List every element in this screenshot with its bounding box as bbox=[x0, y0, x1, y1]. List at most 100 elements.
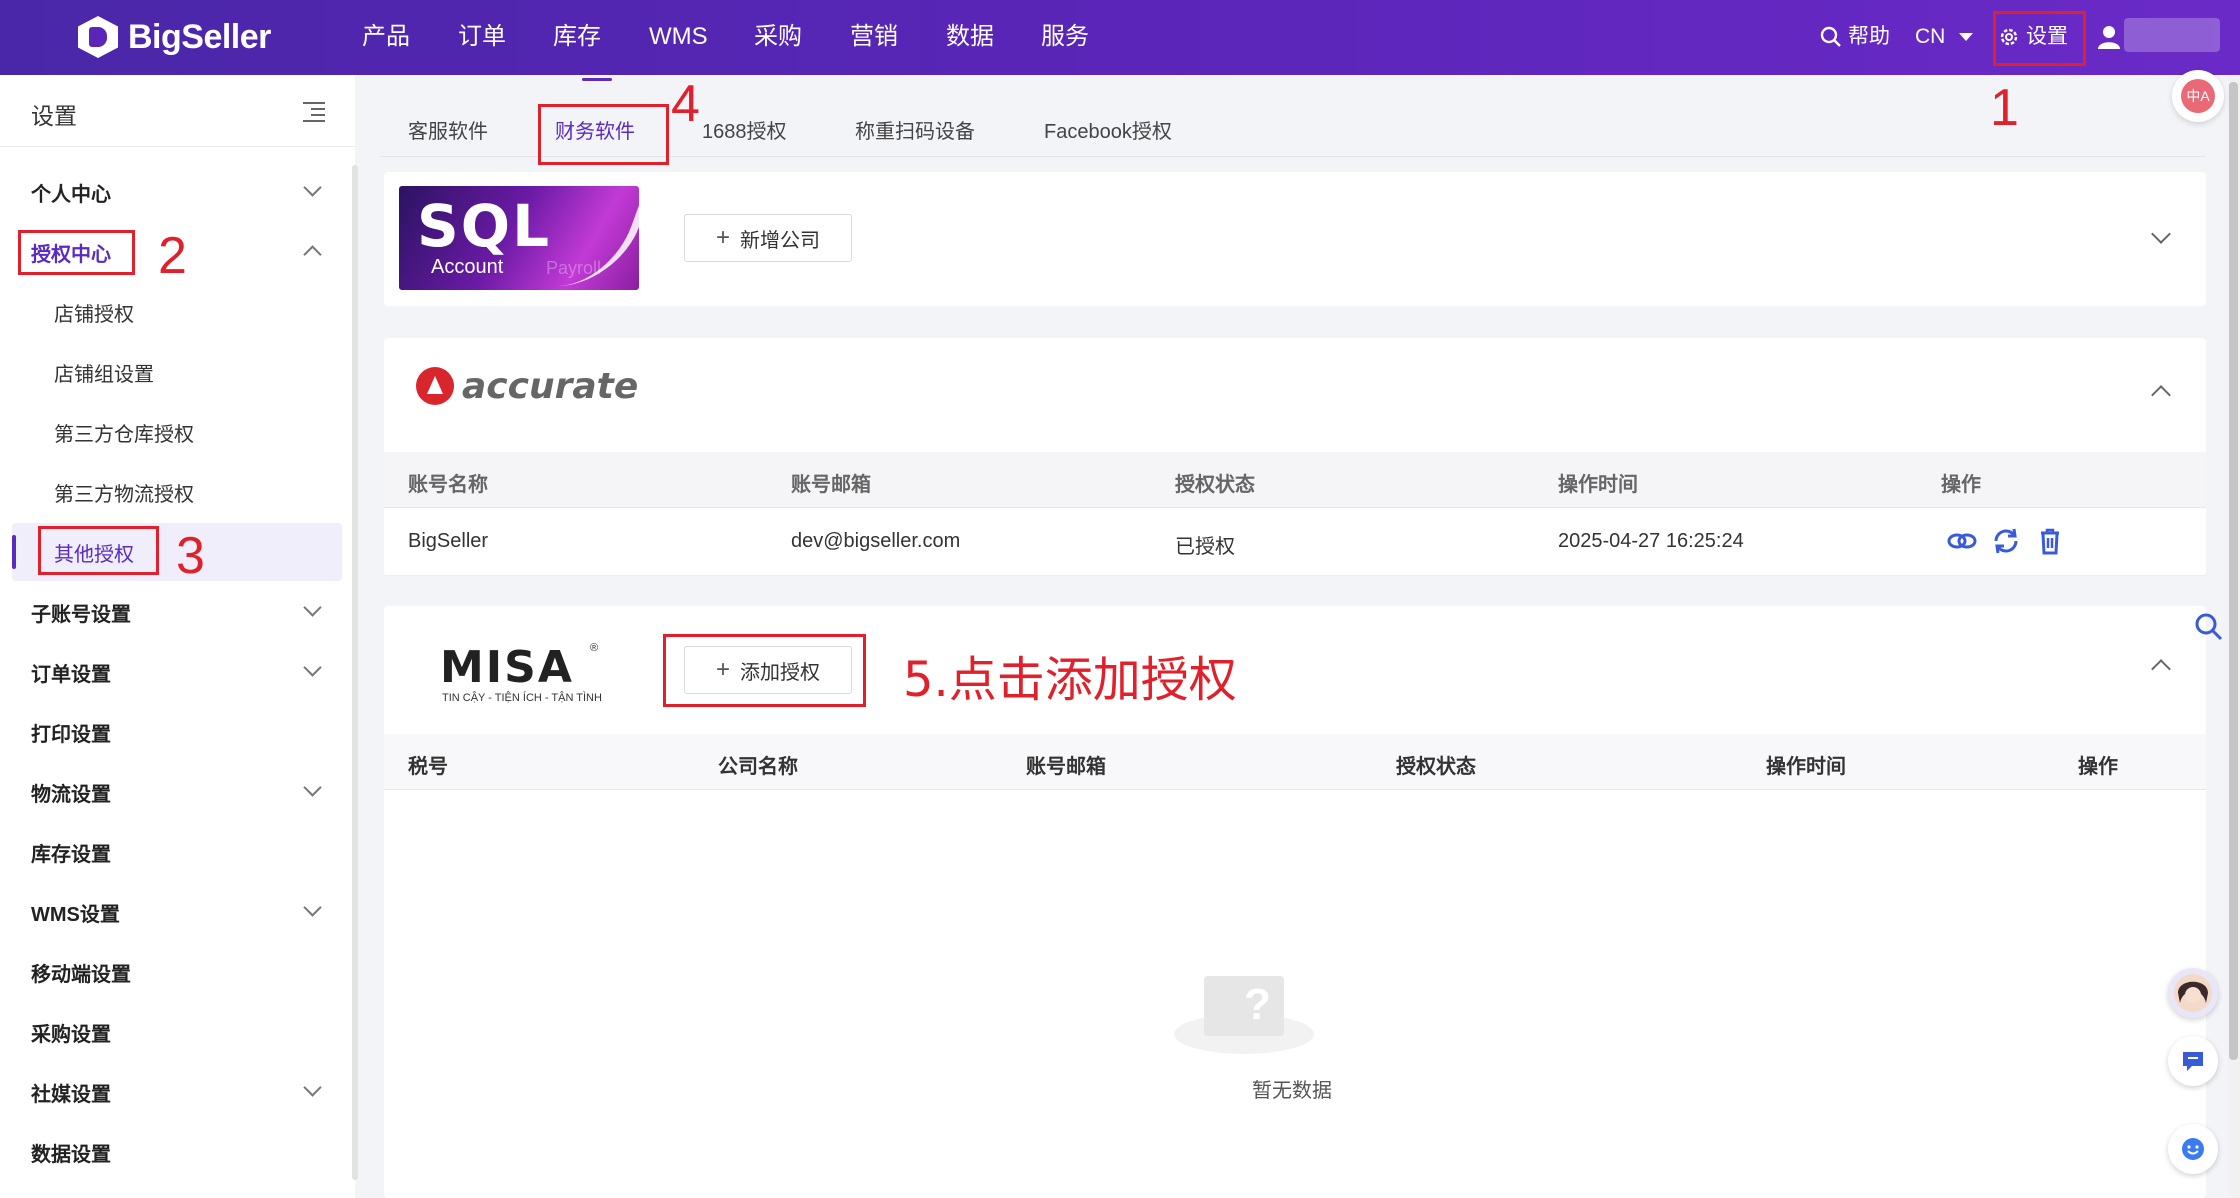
table-row: BigSeller dev@bigseller.com 已授权 2025-04-… bbox=[384, 508, 2206, 576]
nav-item-products[interactable]: 产品 bbox=[362, 20, 410, 54]
tab-facebook-auth[interactable]: Facebook授权 bbox=[1044, 115, 1172, 144]
help-label: 帮助 bbox=[1848, 25, 1890, 48]
smile-icon bbox=[2182, 1138, 2204, 1160]
column-header: 公司名称 bbox=[718, 756, 798, 778]
nav-item-inventory[interactable]: 库存 bbox=[553, 20, 601, 54]
sidebar-item-purchase-settings[interactable]: 采购设置 bbox=[0, 1003, 343, 1061]
user-account-name[interactable] bbox=[2124, 18, 2220, 52]
column-header: 授权状态 bbox=[1175, 474, 1255, 496]
top-navbar: BigSeller 产品 订单 库存 WMS 采购 营销 数据 服务 帮助 CN… bbox=[0, 0, 2240, 75]
sidebar-item-order-settings[interactable]: 订单设置 bbox=[0, 643, 343, 701]
collapse-menu-icon[interactable] bbox=[303, 102, 325, 122]
sidebar-item-data-settings[interactable]: 数据设置 bbox=[0, 1123, 343, 1181]
account-email: dev@bigseller.com bbox=[791, 530, 961, 552]
column-header: 账号邮箱 bbox=[1026, 756, 1106, 778]
annotation-box-add-auth bbox=[663, 634, 866, 707]
chevron-down-icon bbox=[303, 178, 322, 197]
column-header: 授权状态 bbox=[1396, 756, 1476, 778]
chevron-down-icon[interactable] bbox=[2151, 224, 2171, 244]
chevron-down-icon bbox=[303, 1078, 322, 1097]
column-header: 账号邮箱 bbox=[791, 474, 871, 496]
sidebar-header: 设置 bbox=[0, 75, 355, 147]
sidebar-item-subaccount[interactable]: 子账号设置 bbox=[0, 583, 343, 641]
language-selector[interactable]: CN bbox=[1915, 22, 1974, 52]
nav-item-data[interactable]: 数据 bbox=[946, 20, 994, 54]
chevron-down-icon bbox=[303, 658, 322, 677]
annotation-number-3: 3 bbox=[176, 527, 205, 585]
nav-item-orders[interactable]: 订单 bbox=[458, 20, 506, 54]
nav-item-wms[interactable]: WMS bbox=[649, 20, 708, 54]
bigseller-logo-icon bbox=[78, 16, 118, 58]
trash-icon[interactable] bbox=[2034, 526, 2066, 556]
misa-card: MISA ® TIN CẬY - TIỆN ÍCH - TẬN TÌNH + 添… bbox=[384, 606, 2206, 1198]
sidebar-item-store-group[interactable]: 店铺组设置 bbox=[0, 343, 343, 401]
nav-item-services[interactable]: 服务 bbox=[1041, 20, 1089, 54]
translate-icon: 中A bbox=[2181, 79, 2215, 113]
link-icon[interactable] bbox=[1946, 526, 1978, 556]
column-header: 操作时间 bbox=[1766, 756, 1846, 778]
brand-name: BigSeller bbox=[128, 17, 271, 56]
user-icon[interactable] bbox=[2096, 24, 2122, 50]
annotation-box-auth-center bbox=[18, 230, 135, 275]
annotation-number-4: 4 bbox=[671, 75, 700, 133]
sidebar-title: 设置 bbox=[31, 103, 77, 129]
operation-time: 2025-04-27 16:25:24 bbox=[1558, 530, 1744, 552]
sidebar-item-print-settings[interactable]: 打印设置 bbox=[0, 703, 343, 761]
chevron-down-icon bbox=[303, 598, 322, 617]
accurate-logo: accurate bbox=[416, 364, 638, 408]
search-icon bbox=[1820, 26, 1841, 47]
chat-button[interactable] bbox=[2168, 1036, 2218, 1086]
tab-customer-service[interactable]: 客服软件 bbox=[408, 115, 488, 144]
support-agent-avatar[interactable] bbox=[2168, 968, 2218, 1018]
brand-logo[interactable]: BigSeller bbox=[78, 16, 271, 58]
tab-weighing-scanner[interactable]: 称重扫码设备 bbox=[855, 115, 975, 144]
plus-icon: + bbox=[715, 224, 730, 251]
help-link[interactable]: 帮助 bbox=[1820, 22, 1890, 52]
column-header: 税号 bbox=[408, 756, 448, 778]
sidebar-item-mobile-settings[interactable]: 移动端设置 bbox=[0, 943, 343, 1001]
column-header: 账号名称 bbox=[408, 474, 488, 496]
accurate-table-header: 账号名称 账号邮箱 授权状态 操作时间 操作 bbox=[384, 452, 2206, 508]
agent-avatar-icon bbox=[2174, 974, 2212, 1012]
active-tab-underline bbox=[582, 78, 612, 81]
column-header: 操作 bbox=[1941, 474, 1981, 496]
sql-account-logo: SQL Account Payroll bbox=[399, 186, 639, 290]
tab-1688-auth[interactable]: 1688授权 bbox=[702, 115, 787, 144]
chevron-down-icon bbox=[303, 778, 322, 797]
accurate-card: accurate 账号名称 账号邮箱 授权状态 操作时间 操作 BigSelle… bbox=[384, 338, 2206, 576]
empty-data-icon: ? bbox=[1204, 976, 1284, 1036]
misa-table-header: 税号 公司名称 账号邮箱 授权状态 操作时间 操作 bbox=[384, 734, 2206, 790]
sql-account-card: SQL Account Payroll + 新增公司 bbox=[384, 172, 2206, 306]
nav-item-purchase[interactable]: 采购 bbox=[754, 20, 802, 54]
search-icon[interactable] bbox=[2194, 612, 2224, 642]
misa-logo: MISA ® TIN CẬY - TIỆN ÍCH - TẬN TÌNH bbox=[440, 642, 602, 704]
sidebar-item-third-party-logistics[interactable]: 第三方物流授权 bbox=[0, 463, 343, 521]
refresh-icon[interactable] bbox=[1990, 526, 2022, 556]
chevron-down-icon bbox=[303, 898, 322, 917]
sidebar-item-wms-settings[interactable]: WMS设置 bbox=[0, 883, 343, 941]
feedback-button[interactable] bbox=[2168, 1124, 2218, 1174]
sidebar-item-logistics-settings[interactable]: 物流设置 bbox=[0, 763, 343, 821]
annotation-number-2: 2 bbox=[158, 227, 187, 285]
chevron-up-icon[interactable] bbox=[2151, 385, 2171, 405]
add-company-button[interactable]: + 新增公司 bbox=[684, 214, 852, 262]
chevron-up-icon[interactable] bbox=[2151, 659, 2171, 679]
chevron-up-icon bbox=[303, 245, 322, 264]
page-scrollbar-thumb[interactable] bbox=[2229, 82, 2238, 1060]
sidebar-item-store-auth[interactable]: 店铺授权 bbox=[0, 283, 343, 341]
annotation-box-settings bbox=[1993, 11, 2086, 66]
column-header: 操作时间 bbox=[1558, 474, 1638, 496]
chat-icon bbox=[2183, 1052, 2203, 1071]
sidebar-item-inventory-settings[interactable]: 库存设置 bbox=[0, 823, 343, 881]
annotation-number-1: 1 bbox=[1990, 79, 2019, 137]
caret-down-icon bbox=[1959, 33, 1974, 41]
sidebar-item-personal-center[interactable]: 个人中心 bbox=[0, 163, 343, 221]
sidebar-scrollbar[interactable] bbox=[352, 165, 358, 1180]
sidebar-item-third-party-warehouse[interactable]: 第三方仓库授权 bbox=[0, 403, 343, 461]
empty-data-text: 暂无数据 bbox=[1252, 1080, 1332, 1102]
language-label: CN bbox=[1915, 25, 1946, 48]
translate-button[interactable]: 中A bbox=[2172, 70, 2224, 122]
nav-item-marketing[interactable]: 营销 bbox=[850, 20, 898, 54]
sidebar-item-social-settings[interactable]: 社媒设置 bbox=[0, 1063, 343, 1121]
annotation-step-5: 5.点击添加授权 bbox=[903, 652, 1237, 708]
